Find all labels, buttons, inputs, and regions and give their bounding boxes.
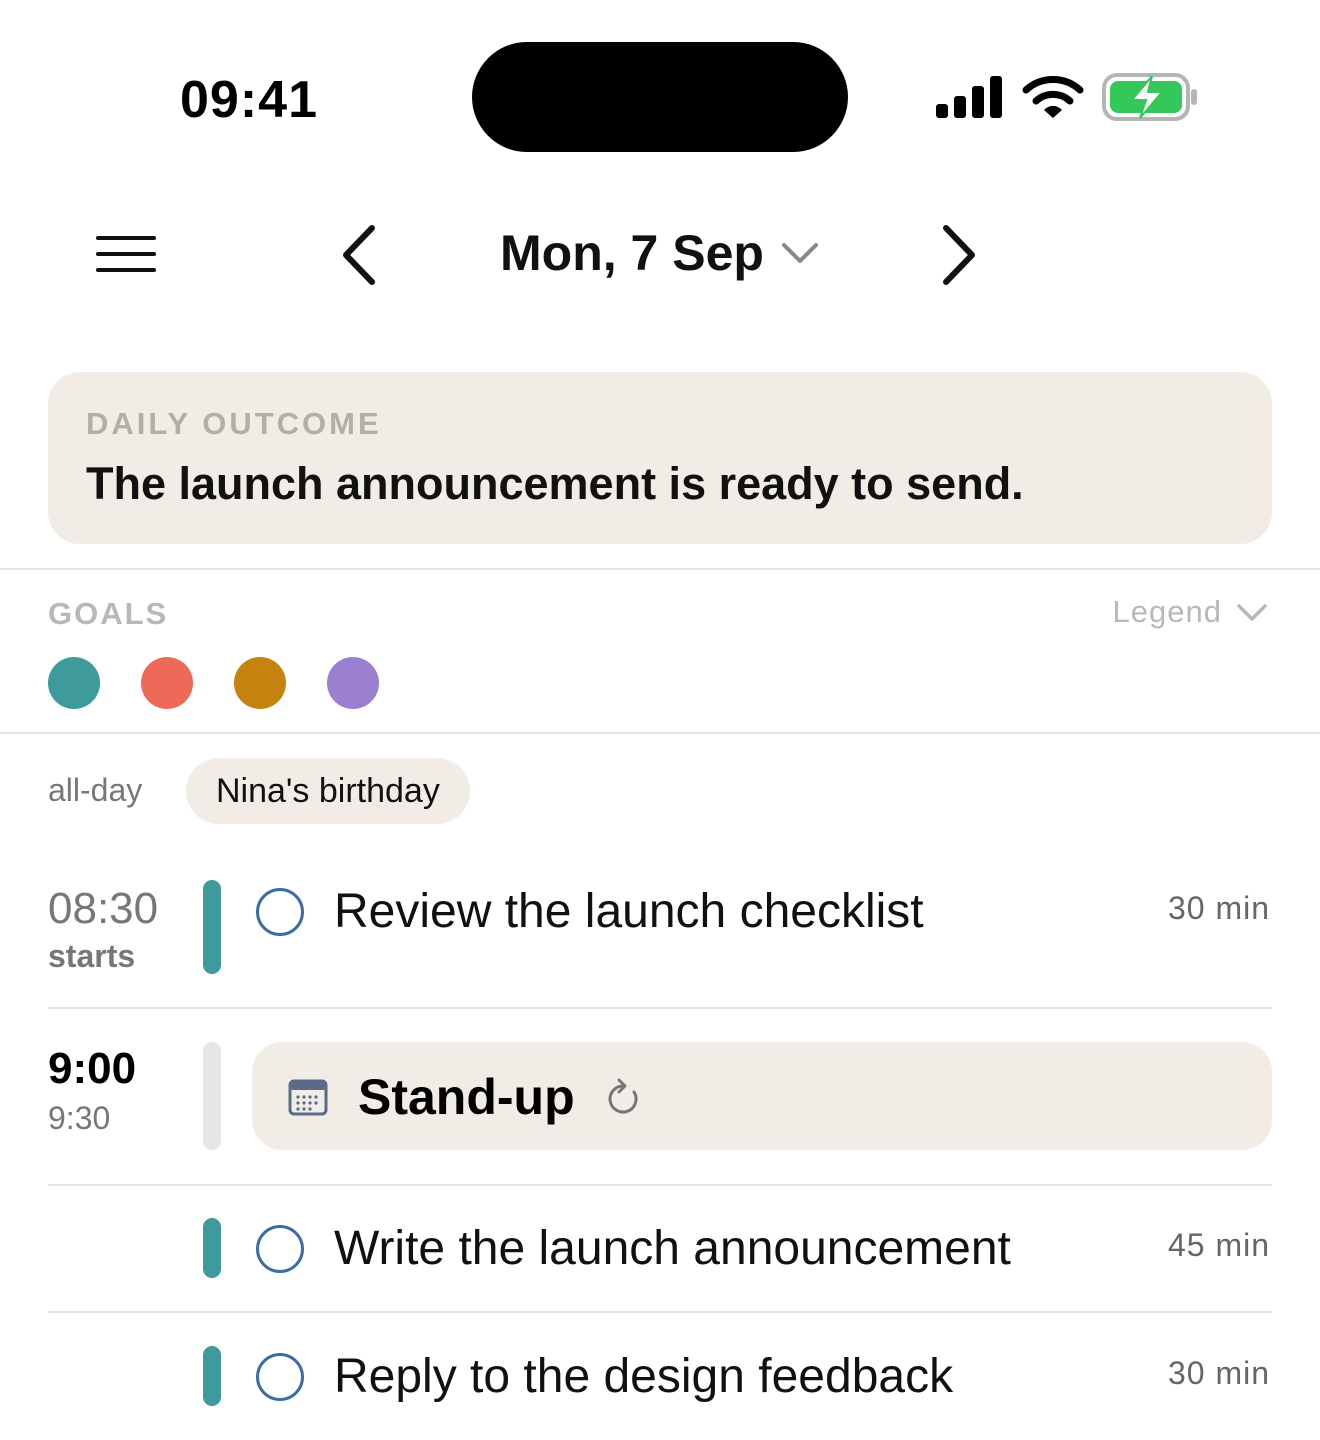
divider — [48, 1007, 1272, 1009]
date-navigation: Mon, 7 Sep — [0, 200, 1320, 310]
divider — [0, 732, 1320, 734]
task-title[interactable]: Reply to the design feedback — [334, 1349, 953, 1404]
signal-icon — [936, 76, 1002, 118]
calendar-event-card[interactable]: Stand-up — [252, 1042, 1272, 1150]
date-selector[interactable]: Mon, 7 Sep — [480, 218, 820, 288]
goal-color-bar — [203, 1218, 221, 1278]
all-day-label: all-day — [48, 772, 143, 808]
daily-outcome-text: The launch announcement is ready to send… — [86, 458, 1024, 509]
event-title: Stand-up — [358, 1069, 575, 1125]
divider — [48, 1311, 1272, 1313]
task-title[interactable]: Review the launch checklist — [334, 884, 924, 939]
date-label: Mon, 7 Sep — [500, 225, 764, 281]
task-title[interactable]: Write the launch announcement — [334, 1221, 1011, 1276]
event-end-time: 9:30 — [48, 1100, 111, 1136]
task-complete-checkbox[interactable] — [256, 888, 304, 936]
battery-charging-icon — [1102, 73, 1197, 121]
legend-toggle[interactable]: Legend — [1113, 594, 1268, 630]
repeat-icon — [608, 1078, 638, 1114]
all-day-event-chip[interactable]: Nina's birthday — [186, 758, 470, 824]
dynamic-island — [472, 42, 848, 152]
task-start-sublabel: starts — [48, 938, 136, 974]
chevron-left-icon[interactable] — [330, 222, 386, 288]
goal-dot[interactable] — [327, 657, 379, 709]
wifi-icon — [1022, 76, 1084, 118]
task-complete-checkbox[interactable] — [256, 1353, 304, 1401]
event-bar — [203, 1042, 221, 1150]
calendar-icon — [288, 1079, 328, 1116]
chevron-right-icon[interactable] — [932, 222, 988, 288]
chevron-down-icon — [1237, 604, 1267, 621]
divider — [48, 1184, 1272, 1186]
daily-outcome-label: DAILY OUTCOME — [86, 406, 382, 441]
chevron-down-icon — [781, 243, 818, 263]
event-start-time: 9:00 — [48, 1044, 137, 1093]
divider — [0, 568, 1320, 570]
legend-label: Legend — [1112, 594, 1222, 629]
task-start-time: 08:30 — [48, 884, 159, 933]
task-duration: 30 min — [1167, 890, 1270, 926]
status-time: 09:41 — [180, 71, 318, 129]
goal-dot[interactable] — [234, 657, 286, 709]
task-duration: 45 min — [1167, 1227, 1270, 1263]
task-complete-checkbox[interactable] — [256, 1225, 304, 1273]
daily-outcome-card[interactable]: DAILY OUTCOME The launch announcement is… — [48, 372, 1272, 544]
task-duration: 30 min — [1167, 1355, 1270, 1391]
goal-color-bar — [203, 880, 221, 974]
goals-label: GOALS — [48, 596, 169, 631]
menu-icon[interactable] — [94, 234, 158, 274]
goal-dot[interactable] — [48, 657, 100, 709]
status-bar: 09:41 — [0, 0, 1320, 190]
goal-dot[interactable] — [141, 657, 193, 709]
goal-color-bar — [203, 1346, 221, 1406]
